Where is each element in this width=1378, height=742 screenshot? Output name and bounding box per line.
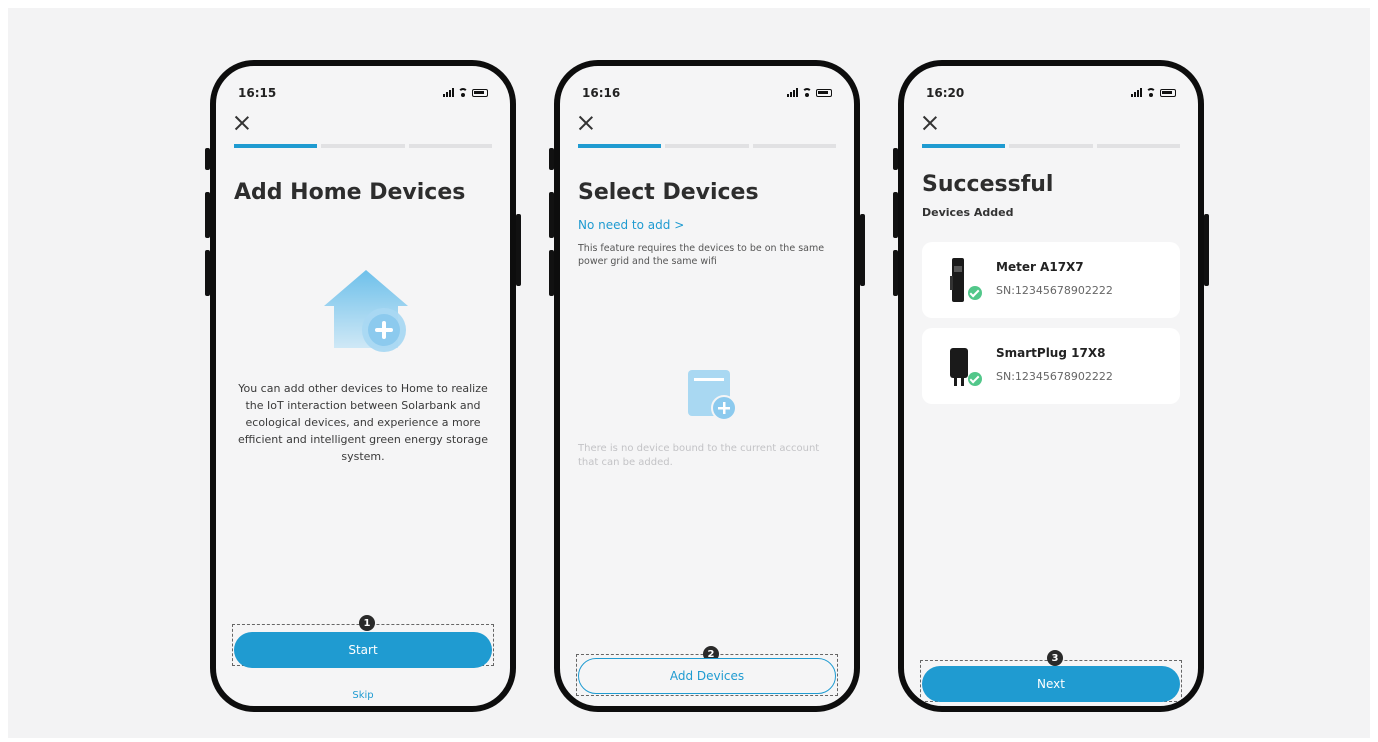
- status-time: 16:20: [926, 86, 965, 100]
- battery-icon: [1160, 89, 1176, 97]
- page-title: Successful: [922, 172, 1054, 197]
- close-icon[interactable]: [233, 114, 251, 132]
- progress-steps: [578, 144, 836, 148]
- progress-steps: [234, 144, 492, 148]
- skip-link[interactable]: Skip: [216, 690, 510, 701]
- start-button[interactable]: Start: [234, 632, 492, 668]
- check-icon: [968, 286, 982, 300]
- devices-added-subtitle: Devices Added: [922, 206, 1014, 219]
- device-card[interactable]: Meter A17X7 SN:12345678902222: [922, 242, 1180, 318]
- device-name: Meter A17X7: [996, 260, 1084, 274]
- check-icon: [968, 372, 982, 386]
- close-icon[interactable]: [577, 114, 595, 132]
- status-bar: 16:15: [238, 86, 488, 104]
- status-time: 16:16: [582, 86, 621, 100]
- status-time: 16:15: [238, 86, 277, 100]
- description: You can add other devices to Home to rea…: [238, 382, 488, 463]
- signal-icon: [1131, 88, 1142, 97]
- empty-device-icon: [688, 370, 737, 421]
- signal-icon: [787, 88, 798, 97]
- progress-steps: [922, 144, 1180, 148]
- status-bar: 16:16: [582, 86, 832, 104]
- step-marker: 3: [1047, 650, 1063, 666]
- wifi-icon: [458, 88, 468, 97]
- device-name: SmartPlug 17X8: [996, 346, 1106, 360]
- canvas: 16:15 Add Home Devices You can add other…: [8, 8, 1370, 738]
- add-devices-button[interactable]: Add Devices: [578, 658, 836, 694]
- device-sn: SN:12345678902222: [996, 284, 1113, 297]
- home-add-icon: [324, 270, 408, 352]
- battery-icon: [472, 89, 488, 97]
- device-card[interactable]: SmartPlug 17X8 SN:12345678902222: [922, 328, 1180, 404]
- phone-add-home-devices: 16:15 Add Home Devices You can add other…: [205, 60, 521, 712]
- phone-successful: 16:20 Successful Devices Added Meter A17…: [893, 60, 1209, 712]
- next-button[interactable]: Next: [922, 666, 1180, 702]
- device-sn: SN:12345678902222: [996, 370, 1113, 383]
- close-icon[interactable]: [921, 114, 939, 132]
- requirement-note: This feature requires the devices to be …: [578, 243, 825, 267]
- wifi-icon: [1146, 88, 1156, 97]
- step-marker: 1: [359, 615, 375, 631]
- wifi-icon: [802, 88, 812, 97]
- phone-select-devices: 16:16 Select Devices No need to add > Th…: [549, 60, 865, 712]
- no-need-to-add-link[interactable]: No need to add >: [578, 218, 684, 232]
- empty-state-text: There is no device bound to the current …: [578, 443, 820, 468]
- battery-icon: [816, 89, 832, 97]
- signal-icon: [443, 88, 454, 97]
- status-bar: 16:20: [926, 86, 1176, 104]
- page-title: Add Home Devices: [234, 180, 466, 205]
- page-title: Select Devices: [578, 180, 759, 205]
